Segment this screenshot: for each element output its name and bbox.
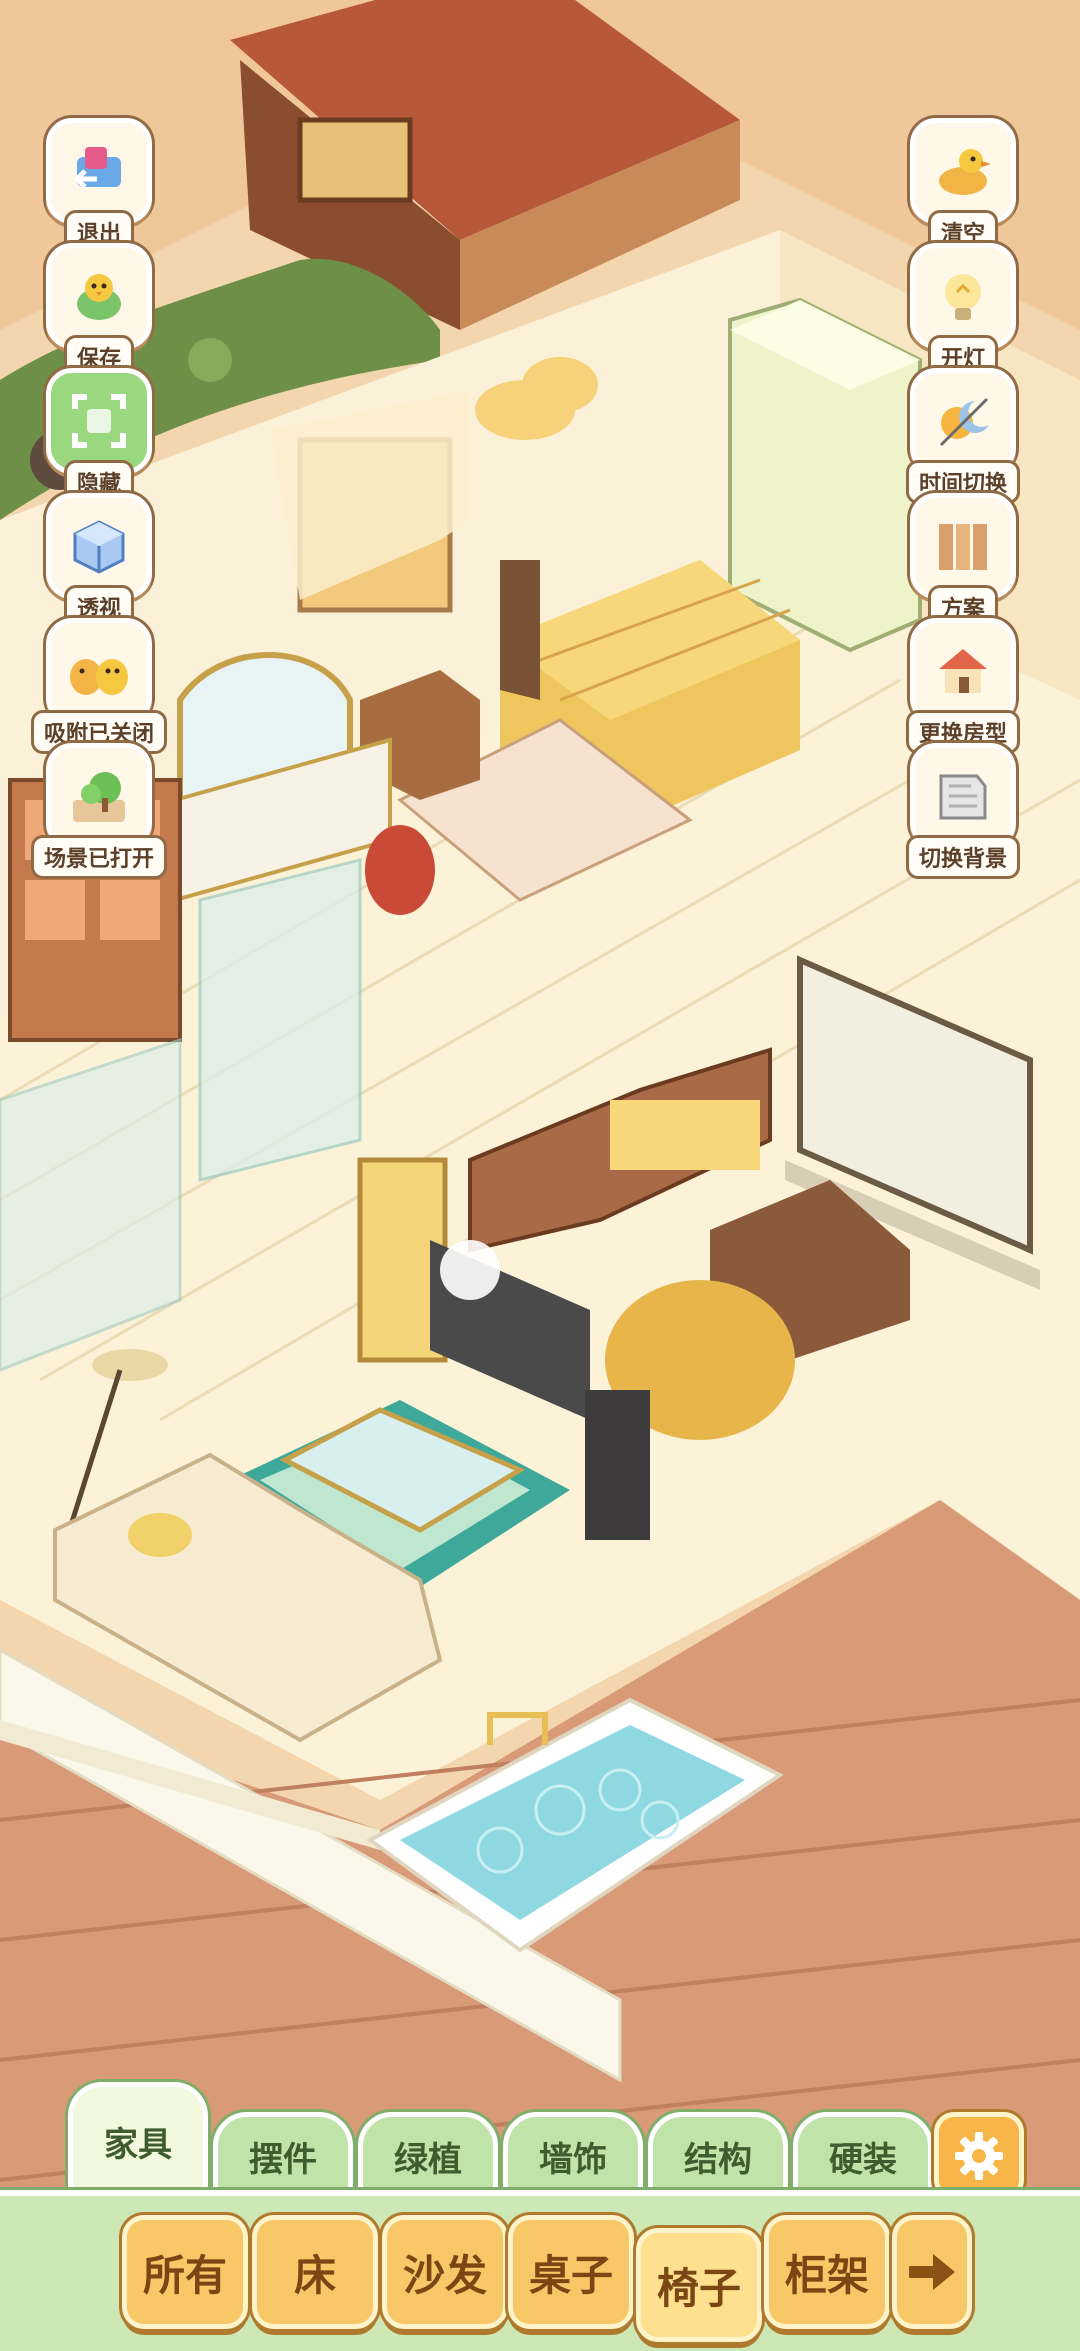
arrow-right-icon [909, 2254, 955, 2290]
tab-hardscape[interactable]: 硬装 [793, 2112, 933, 2200]
hide-frame-icon [46, 368, 152, 474]
tab-structure-label: 结构 [684, 2139, 752, 2180]
category-sofa-button[interactable]: 沙发 [382, 2215, 508, 2329]
plan-button[interactable]: 方案 [904, 493, 1022, 629]
switch-background-label: 切换背景 [905, 835, 1020, 879]
category-shelf-label: 柜架 [784, 2250, 869, 2300]
category-chair-button[interactable]: 椅子 [636, 2228, 762, 2342]
category-shelf-button[interactable]: 柜架 [764, 2215, 890, 2329]
time-switch-button[interactable]: 时间切换 [904, 368, 1022, 504]
background-icon [910, 743, 1016, 849]
tab-hardscape-label: 硬装 [829, 2139, 897, 2180]
category-all-label: 所有 [142, 2250, 227, 2300]
snap-chicks-icon [46, 618, 152, 724]
clear-duck-icon [910, 118, 1016, 224]
exit-door-icon [46, 118, 152, 224]
save-button[interactable]: 保存 [40, 243, 158, 379]
tab-plants-label: 绿植 [394, 2139, 462, 2180]
tab-ornaments[interactable]: 摆件 [213, 2112, 353, 2200]
category-table-label: 桌子 [528, 2250, 613, 2300]
house-type-icon [910, 618, 1016, 724]
save-chick-icon [46, 243, 152, 349]
tab-plants[interactable]: 绿植 [358, 2112, 498, 2200]
snap-toggle-button[interactable]: 吸附已关闭 [31, 618, 168, 754]
tab-furniture[interactable]: 家具 [68, 2082, 208, 2200]
tab-furniture-label: 家具 [104, 2124, 172, 2165]
light-bulb-icon [910, 243, 1016, 349]
category-bed-button[interactable]: 床 [252, 2215, 378, 2329]
light-button[interactable]: 开灯 [904, 243, 1022, 379]
perspective-cube-icon [46, 493, 152, 599]
category-table-button[interactable]: 桌子 [508, 2215, 634, 2329]
change-house-type-button[interactable]: 更换房型 [904, 618, 1022, 754]
next-category-button[interactable] [892, 2215, 972, 2329]
exit-button[interactable]: 退出 [40, 118, 158, 254]
gear-icon [955, 2132, 1003, 2180]
tab-ornaments-label: 摆件 [249, 2139, 317, 2180]
scene-tree-icon [46, 743, 152, 849]
category-chair-label: 椅子 [656, 2263, 741, 2313]
sun-moon-icon [910, 368, 1016, 474]
scene-toggle-label: 场景已打开 [31, 835, 168, 879]
switch-background-button[interactable]: 切换背景 [904, 743, 1022, 879]
tab-wall-decor-label: 墙饰 [539, 2139, 607, 2180]
category-bed-label: 床 [293, 2250, 336, 2300]
perspective-button[interactable]: 透视 [40, 493, 158, 629]
category-all-button[interactable]: 所有 [122, 2215, 248, 2329]
category-sofa-label: 沙发 [402, 2250, 487, 2300]
hide-button[interactable]: 隐藏 [40, 368, 158, 504]
tab-structure[interactable]: 结构 [648, 2112, 788, 2200]
settings-button[interactable] [934, 2112, 1024, 2200]
plan-panels-icon [910, 493, 1016, 599]
tab-wall-decor[interactable]: 墙饰 [503, 2112, 643, 2200]
scene-toggle-button[interactable]: 场景已打开 [31, 743, 168, 879]
clear-button[interactable]: 清空 [904, 118, 1022, 254]
